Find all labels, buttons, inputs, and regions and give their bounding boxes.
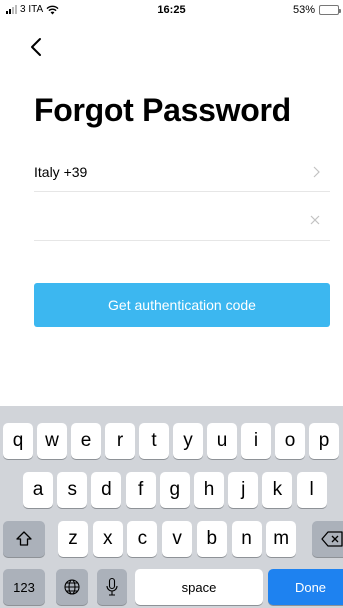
status-right: 53% (292, 4, 341, 16)
chevron-left-icon[interactable] (28, 36, 46, 58)
backspace-key[interactable] (312, 521, 343, 557)
country-label: Italy +39 (34, 164, 88, 180)
keyboard: qwertyuiop asdfghjkl zxcvbnm 123 space D… (0, 406, 343, 608)
key-l[interactable]: l (296, 472, 327, 508)
key-c[interactable]: c (127, 521, 158, 557)
key-y[interactable]: y (173, 423, 203, 459)
key-j[interactable]: j (228, 472, 259, 508)
key-n[interactable]: n (231, 521, 262, 557)
key-q[interactable]: q (3, 423, 33, 459)
key-r[interactable]: r (105, 423, 135, 459)
battery-icon (319, 5, 341, 15)
key-z[interactable]: z (58, 521, 88, 557)
key-d[interactable]: d (91, 472, 122, 508)
shift-key[interactable] (3, 521, 45, 557)
shift-icon (16, 531, 32, 546)
backspace-icon (321, 531, 343, 547)
done-key[interactable]: Done (268, 569, 343, 605)
globe-key[interactable] (56, 569, 88, 605)
get-auth-code-button[interactable]: Get authentication code (34, 283, 330, 327)
clear-x-icon[interactable] (310, 215, 320, 225)
country-selector[interactable]: Italy +39 (34, 152, 330, 192)
key-t[interactable]: t (139, 423, 169, 459)
numbers-key[interactable]: 123 (3, 569, 45, 605)
microphone-key[interactable] (97, 569, 127, 605)
space-key[interactable]: space (135, 569, 263, 605)
microphone-icon (106, 577, 118, 596)
key-m[interactable]: m (266, 521, 297, 557)
phone-input[interactable] (34, 207, 284, 235)
key-u[interactable]: u (207, 423, 237, 459)
page-title: Forgot Password (34, 92, 291, 128)
key-p[interactable]: p (309, 423, 339, 459)
globe-icon (64, 579, 80, 595)
key-f[interactable]: f (125, 472, 156, 508)
status-bar: 3 ITA 16:25 53% (0, 0, 343, 20)
key-g[interactable]: g (159, 472, 190, 508)
phone-field-row (34, 201, 330, 241)
key-w[interactable]: w (37, 423, 67, 459)
battery-percent: 53% (292, 4, 315, 16)
key-h[interactable]: h (194, 472, 224, 508)
key-o[interactable]: o (275, 423, 305, 459)
key-b[interactable]: b (196, 521, 227, 557)
key-v[interactable]: v (162, 521, 193, 557)
key-a[interactable]: a (23, 472, 53, 508)
key-e[interactable]: e (71, 423, 101, 459)
key-s[interactable]: s (57, 472, 88, 508)
chevron-right-icon (313, 166, 320, 178)
key-x[interactable]: x (92, 521, 123, 557)
key-k[interactable]: k (262, 472, 293, 508)
status-time: 16:25 (157, 4, 186, 16)
key-i[interactable]: i (241, 423, 271, 459)
